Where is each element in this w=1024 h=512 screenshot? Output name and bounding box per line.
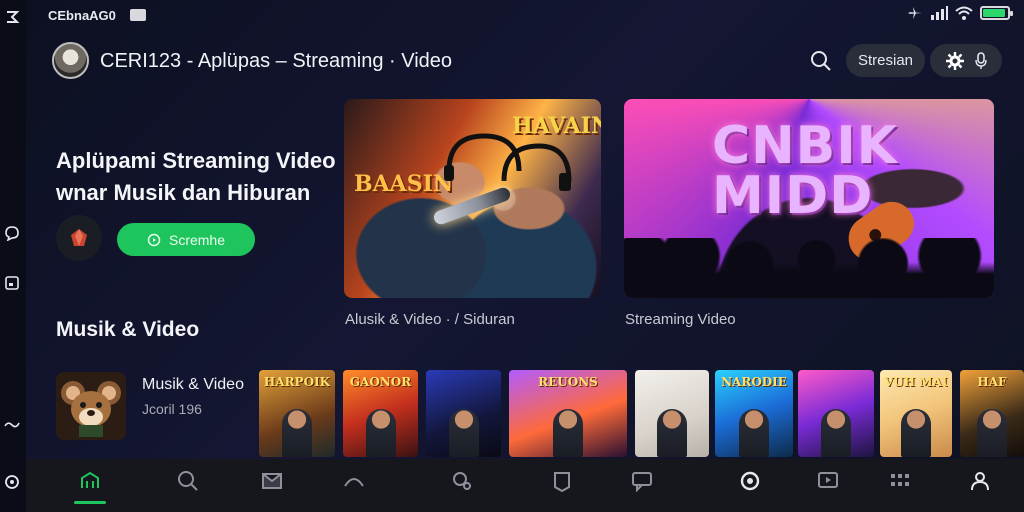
- record-icon[interactable]: [3, 473, 21, 491]
- thumbnail-label: HAF: [977, 376, 1007, 389]
- thumbnail-label: VUH MAUS: [884, 376, 948, 389]
- thumbnail-row: HARPOIK GAONOR REUONS NARODIE VUH MAUS HAF: [259, 370, 1024, 458]
- video-thumbnail[interactable]: [798, 370, 874, 457]
- avatar[interactable]: [52, 42, 89, 79]
- stream-button-label: Scremhe: [168, 231, 226, 248]
- video-thumbnail[interactable]: VUH MAUS: [880, 370, 952, 457]
- live-icon[interactable]: [738, 469, 762, 493]
- wave-icon[interactable]: [3, 416, 21, 434]
- dome-icon[interactable]: [342, 469, 366, 493]
- video-thumbnail[interactable]: [426, 370, 501, 457]
- performer-figure: [282, 409, 312, 457]
- thumbnail-label: REUONS: [538, 376, 598, 389]
- search-icon[interactable]: [176, 469, 200, 493]
- featured-caption: Streaming Video: [625, 311, 736, 328]
- album-subtitle: Jcoril 196: [142, 401, 202, 417]
- poster-subtitle: BAASIN: [354, 171, 454, 197]
- top-header: CERI123 - Aplüpas – Streaming · Video St…: [52, 42, 1002, 80]
- stream-button[interactable]: Scremhe: [117, 223, 255, 256]
- performer-figure: [901, 409, 931, 457]
- airplane-icon: [908, 7, 922, 19]
- gear-icon[interactable]: [945, 51, 964, 70]
- featured-card-concert[interactable]: CNBIK MIDD: [624, 99, 994, 298]
- window-icon[interactable]: [3, 274, 21, 292]
- performer-figure: [365, 409, 396, 457]
- featured-caption: Alusik & Video · / Siduran: [345, 311, 515, 328]
- stream-pill-button[interactable]: Stresian: [846, 44, 926, 77]
- status-icons: [907, 6, 1013, 20]
- battery-level: [983, 9, 1005, 17]
- search-icon[interactable]: [810, 50, 834, 74]
- video-thumbnail[interactable]: NARODIE: [715, 370, 793, 457]
- status-bar: CEbnaAG0: [0, 0, 1024, 30]
- performer-figure: [977, 409, 1007, 457]
- video-icon[interactable]: [816, 469, 840, 493]
- tag-icon[interactable]: [550, 469, 574, 493]
- video-thumbnail[interactable]: HAF: [960, 370, 1024, 457]
- discover-icon[interactable]: [450, 469, 474, 493]
- performer-figure: [553, 409, 583, 457]
- thumbnail-label: NARODIE: [721, 376, 787, 389]
- video-thumbnail[interactable]: HARPOIK: [259, 370, 335, 457]
- featured-card-music[interactable]: HAVAIN BAASIN: [344, 99, 601, 298]
- video-thumbnail[interactable]: REUONS: [509, 370, 627, 457]
- play-circle-icon: [147, 233, 161, 246]
- performer-figure: [448, 409, 479, 457]
- profile-icon[interactable]: [968, 469, 992, 493]
- headphones-icon: [444, 133, 572, 191]
- performer-figure: [739, 409, 769, 457]
- hero-subheading: wnar Musik dan Hiburan: [56, 180, 311, 205]
- mic-icon[interactable]: [974, 51, 987, 70]
- album-title[interactable]: Musik & Video: [142, 376, 244, 394]
- thumbnail-label: HARPOIK: [263, 376, 331, 389]
- home-icon[interactable]: [78, 469, 102, 493]
- hero-heading: Aplüpami Streaming Video: [56, 148, 336, 173]
- performer-figure: [821, 409, 851, 457]
- performer-figure: [657, 409, 687, 457]
- side-rail: [0, 0, 26, 512]
- app-logo-icon[interactable]: [3, 8, 21, 26]
- section-title: Musik & Video: [56, 318, 200, 341]
- library-icon[interactable]: [260, 469, 284, 493]
- grid-icon[interactable]: [888, 469, 912, 493]
- video-thumbnail[interactable]: GAONOR: [343, 370, 418, 457]
- gem-icon: [56, 215, 102, 261]
- settings-pill[interactable]: [930, 44, 1002, 77]
- carrier-name: CEbnaAG0: [48, 8, 116, 23]
- wifi-icon: [955, 6, 973, 20]
- battery-icon: [980, 6, 1013, 20]
- video-thumbnail[interactable]: [635, 370, 709, 457]
- signal-icon: [931, 6, 948, 20]
- chat-bubble-icon[interactable]: [3, 224, 21, 242]
- crowd: [624, 238, 994, 298]
- mouse-mascot-icon[interactable]: [56, 372, 126, 440]
- carrier-badge-icon: [130, 9, 146, 21]
- bottom-nav: [26, 459, 1024, 512]
- page-title: CERI123 - Aplüpas – Streaming · Video: [100, 50, 453, 72]
- nav-active-indicator: [74, 501, 106, 504]
- thumbnail-label: GAONOR: [349, 376, 412, 389]
- chat-icon[interactable]: [630, 469, 654, 493]
- poster-title: CNBIK MIDD: [712, 116, 898, 226]
